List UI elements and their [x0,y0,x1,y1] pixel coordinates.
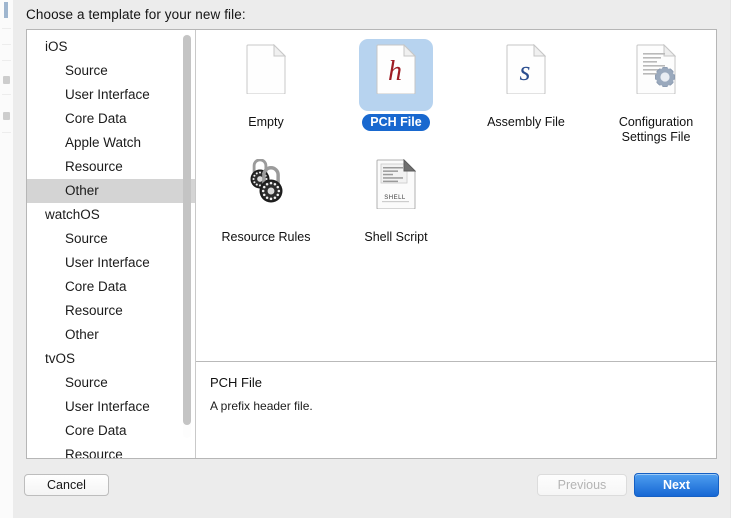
platform-category-sidebar[interactable]: iOS Source User Interface Core Data Apple Wa… [27,30,196,458]
sidebar-item-resource[interactable]: Resource [27,299,195,323]
svg-text:h: h [388,56,402,87]
template-item-configuration-settings-file[interactable]: Configuration Settings File [596,42,716,157]
template-item-label: Assembly File [487,115,565,129]
template-pane: Empty h PCH File s Assembly File Configuratio… [196,30,716,458]
template-item-label: Empty [248,115,284,129]
background-window-line [2,44,11,45]
sidebar-item-resource[interactable]: Resource [27,443,195,458]
background-window-icon [3,76,10,84]
template-item-label: Resource Rules [221,230,311,244]
sidebar-scrollbar[interactable] [183,34,191,438]
sidebar-item-apple-watch[interactable]: Apple Watch [27,131,195,155]
configuration-settings-icon [624,42,688,108]
header-file-icon: h [359,39,433,111]
page-title: Choose a template for your new file: [26,7,246,22]
background-window-line [2,132,11,133]
background-window-icon [3,112,10,120]
template-item-resource-rules[interactable]: Resource Rules [206,157,326,272]
sidebar-item-user-interface[interactable]: User Interface [27,83,195,107]
sidebar-item-user-interface[interactable]: User Interface [27,395,195,419]
description-title: PCH File [210,375,263,390]
template-item-label: Configuration Settings File [618,115,694,144]
sidebar-item-ios[interactable]: iOS [27,35,195,59]
sidebar-item-core-data[interactable]: Core Data [27,275,195,299]
sidebar-item-user-interface[interactable]: User Interface [27,251,195,275]
sidebar-item-source[interactable]: Source [27,371,195,395]
template-item-label: PCH File [362,114,430,131]
svg-text:s: s [520,56,531,87]
template-row: Empty h PCH File s Assembly File Configuratio… [196,39,716,157]
background-window-toolbar [4,2,8,18]
template-item-label: Shell Script [364,230,428,244]
template-item-empty[interactable]: Empty [206,42,326,157]
description-body: A prefix header file. [210,399,313,413]
template-chooser-content: iOS Source User Interface Core Data Apple Wa… [26,29,717,459]
template-description-pane: PCH File A prefix header file. [196,361,716,458]
previous-button[interactable]: Previous [537,474,627,496]
padlocks-icon [234,157,298,223]
template-grid: Empty h PCH File s Assembly File Configuratio… [196,30,716,361]
next-button[interactable]: Next [634,473,719,497]
background-window-sliver [0,0,14,518]
dialog-button-bar: Cancel Previous Next [13,459,730,518]
sidebar-item-other[interactable]: Other [27,179,195,203]
sidebar-item-source[interactable]: Source [27,59,195,83]
background-window-line [2,94,11,95]
background-window-line [2,60,11,61]
template-row: Resource Rules SHELL Shell Script [196,157,716,272]
template-item-assembly-file[interactable]: s Assembly File [466,42,586,157]
sidebar-item-other[interactable]: Other [27,323,195,347]
sidebar-item-tvos[interactable]: tvOS [27,347,195,371]
scrollbar-thumb[interactable] [183,35,191,425]
shell-script-icon: SHELL [364,157,428,223]
background-window-line [2,28,11,29]
background-window-right-edge [730,0,731,518]
assembly-file-icon: s [494,42,558,108]
sidebar-item-watchos[interactable]: watchOS [27,203,195,227]
cancel-button[interactable]: Cancel [24,474,109,496]
sidebar-item-source[interactable]: Source [27,227,195,251]
blank-document-icon [234,42,298,108]
new-file-template-dialog: Choose a template for your new file: iOS… [13,0,730,518]
template-item-shell-script[interactable]: SHELL Shell Script [336,157,456,272]
sidebar-list: iOS Source User Interface Core Data Apple Wa… [27,35,195,458]
svg-text:SHELL: SHELL [384,195,406,201]
sidebar-item-resource[interactable]: Resource [27,155,195,179]
sidebar-item-core-data[interactable]: Core Data [27,419,195,443]
template-item-pch-file[interactable]: h PCH File [336,39,456,157]
sidebar-item-core-data[interactable]: Core Data [27,107,195,131]
